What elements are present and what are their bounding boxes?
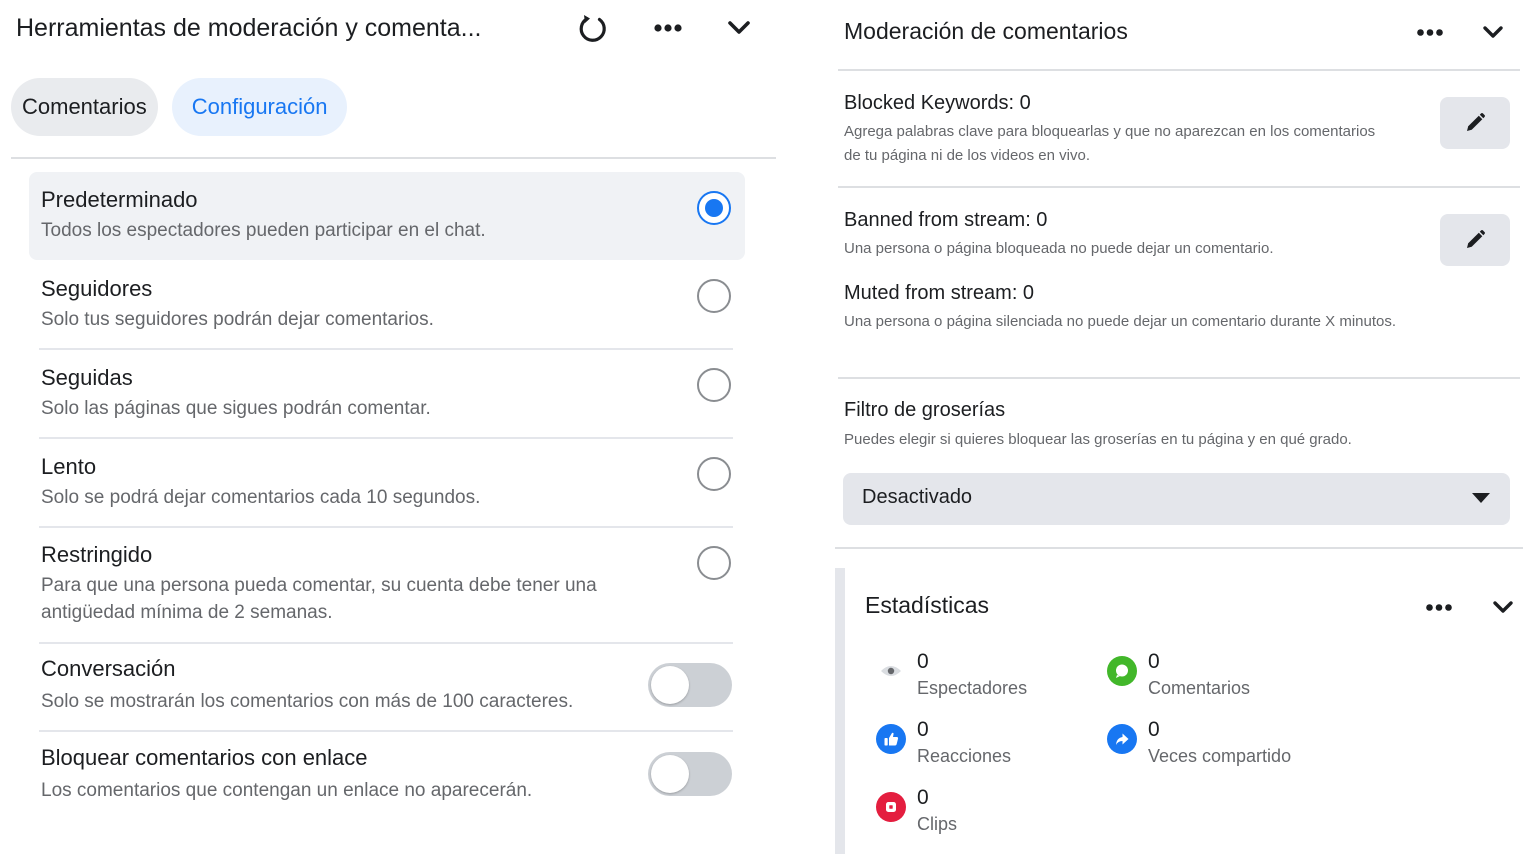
option-description: Solo se podrá dejar comentarios cada 10 …	[41, 487, 481, 508]
more-icon[interactable]	[1413, 18, 1447, 46]
like-icon	[876, 724, 906, 754]
option-restringido[interactable]: Restringido Para que una persona pueda c…	[29, 529, 745, 644]
edit-blocked-keywords-button[interactable]	[1440, 97, 1510, 149]
option-label: Restringido	[41, 542, 153, 567]
chevron-down-icon[interactable]	[1478, 18, 1508, 46]
stat-value: 0	[917, 650, 929, 673]
banned-description: Una persona o página bloqueada no puede …	[844, 240, 1274, 257]
pencil-icon	[1467, 113, 1485, 131]
option-lento[interactable]: Lento Solo se podrá dejar comentarios ca…	[29, 440, 745, 528]
tab-bar: Comentarios Configuración	[11, 78, 348, 136]
stat-value: 0	[1148, 718, 1160, 741]
option-seguidores[interactable]: Seguidores Solo tus seguidores podrán de…	[29, 262, 745, 350]
radio-seguidores[interactable]	[697, 279, 731, 313]
stat-label: Clips	[917, 814, 958, 834]
option-label: Predeterminado	[41, 187, 198, 212]
more-icon[interactable]	[650, 12, 686, 44]
comment-settings-panel: Herramientas de moderación y comenta... …	[0, 0, 790, 854]
divider	[838, 69, 1520, 71]
radio-seguidas[interactable]	[697, 368, 731, 402]
stat-label: Veces compartido	[1148, 746, 1292, 766]
caret-down-icon	[1472, 493, 1490, 503]
chevron-down-icon[interactable]	[722, 12, 756, 44]
option-description: Solo tus seguidores podrán dejar comenta…	[41, 309, 434, 330]
option-label: Conversación	[41, 656, 176, 681]
option-seguidas[interactable]: Seguidas Solo las páginas que sigues pod…	[29, 351, 745, 439]
more-icon[interactable]	[1422, 594, 1456, 620]
panel-header: Herramientas de moderación y comenta...	[16, 8, 776, 48]
option-description: Para que una persona pueda comentar, su …	[41, 575, 597, 623]
stat-value: 0	[917, 786, 929, 809]
profanity-filter-select[interactable]: Desactivado	[843, 473, 1510, 525]
blocked-keywords-description: Agrega palabras clave para bloquearlas y…	[844, 123, 1376, 164]
stat-value: 0	[1148, 650, 1160, 673]
option-label: Seguidores	[41, 276, 153, 301]
option-description: Los comentarios que contengan un enlace …	[41, 780, 533, 801]
option-conversacion[interactable]: Conversación Solo se mostrarán los comen…	[29, 644, 745, 732]
option-label: Seguidas	[41, 365, 133, 390]
panel-title: Moderación de comentarios	[844, 18, 1128, 44]
tab-configuracion[interactable]: Configuración	[171, 78, 348, 136]
divider	[39, 437, 733, 439]
tab-divider	[11, 157, 776, 159]
stat-value: 0	[917, 718, 929, 741]
toggle-conversacion[interactable]	[648, 663, 732, 707]
divider	[838, 377, 1520, 379]
stats-card-border	[835, 568, 845, 854]
refresh-icon[interactable]	[573, 8, 613, 48]
banned-title: Banned from stream: 0	[844, 209, 1048, 231]
share-icon	[1107, 724, 1137, 754]
option-description: Solo las páginas que sigues podrán comen…	[41, 398, 431, 419]
clip-icon	[876, 792, 906, 822]
radio-lento[interactable]	[697, 457, 731, 491]
pencil-icon	[1467, 230, 1485, 248]
option-bloquear-enlace[interactable]: Bloquear comentarios con enlace Los come…	[29, 733, 745, 813]
option-label: Lento	[41, 454, 97, 479]
comment-icon	[1107, 656, 1137, 686]
stat-label: Espectadores	[917, 678, 1028, 698]
muted-description: Una persona o página silenciada no puede…	[844, 313, 1397, 330]
muted-title: Muted from stream: 0	[844, 282, 1035, 304]
radio-restringido[interactable]	[697, 546, 731, 580]
blocked-keywords-title: Blocked Keywords: 0	[844, 92, 1031, 114]
toggle-knob	[651, 755, 689, 793]
option-description: Solo se mostrarán los comentarios con má…	[41, 691, 574, 712]
divider	[39, 348, 733, 350]
divider	[835, 547, 1523, 549]
divider	[39, 730, 733, 732]
profanity-filter-description: Puedes elegir si quieres bloquear las gr…	[844, 431, 1352, 448]
edit-banned-button[interactable]	[1440, 214, 1510, 266]
profanity-filter-title: Filtro de groserías	[844, 399, 1006, 421]
chevron-down-icon[interactable]	[1488, 594, 1518, 620]
stat-label: Comentarios	[1148, 678, 1251, 698]
toggle-knob	[651, 666, 689, 704]
select-value: Desactivado	[862, 486, 973, 508]
option-predeterminado[interactable]: Predeterminado Todos los espectadores pu…	[29, 172, 745, 260]
divider	[39, 526, 733, 528]
option-label: Bloquear comentarios con enlace	[41, 745, 368, 770]
option-description: Todos los espectadores pueden participar…	[41, 220, 486, 241]
toggle-bloquear-enlace[interactable]	[648, 752, 732, 796]
comment-moderation-panel: Moderación de comentarios Blocked Keywor…	[835, 0, 1523, 854]
tab-comentarios[interactable]: Comentarios	[11, 78, 158, 136]
stats-title: Estadísticas	[865, 592, 989, 618]
panel-title: Herramientas de moderación y comenta...	[16, 14, 482, 42]
eye-icon	[876, 656, 906, 686]
divider	[838, 186, 1520, 188]
stat-label: Reacciones	[917, 746, 1012, 766]
radio-predeterminado[interactable]	[697, 191, 731, 225]
